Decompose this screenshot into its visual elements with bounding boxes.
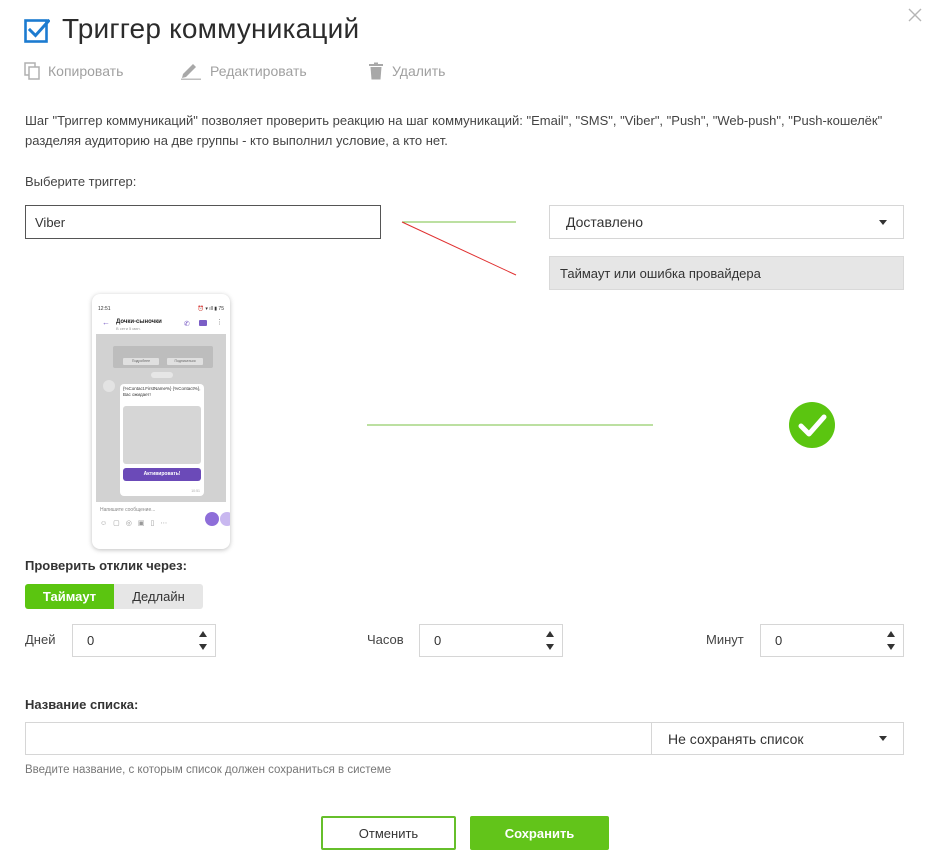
phone-date-pill [151,372,173,378]
spinner-arrows-icon[interactable] [887,631,896,651]
viber-message-preview: 12:51 ⏰ ▾ ıll ▮ 75 ← Дочки-сыночки В сет… [92,294,230,549]
checkbox-checked-icon [24,18,50,43]
list-name-hint: Введите название, с которым список долже… [25,764,392,776]
list-name-label: Название списка: [25,697,139,712]
minutes-value: 0 [775,633,783,648]
cancel-button[interactable]: Отменить [321,816,456,850]
trash-icon [369,62,383,80]
tab-timeout[interactable]: Таймаут [25,584,114,609]
phone-mic-icon [220,512,230,526]
hours-label: Часов [367,632,404,647]
phone-status-icons: ⏰ ▾ ıll ▮ 75 [197,306,224,312]
phone-toolbar-icons: ☺▢◎▣▯⋯ [100,520,174,527]
delete-label: Удалить [392,63,446,79]
hours-stepper[interactable]: 0 [419,624,563,657]
days-value: 0 [87,633,95,648]
pencil-icon [181,64,201,80]
video-call-icon [199,320,207,326]
save-list-select[interactable]: Не сохранять список [651,722,904,755]
phone-chat-header: ← Дочки-сыночки В сети 5 мин. ✆ ⋮ [92,314,230,334]
phone-message-text: {%Contact.FirstName%} {%Contact%}, Вас о… [123,386,201,397]
chevron-down-icon [879,736,887,741]
copy-icon [24,62,40,80]
minutes-label: Минут [706,632,744,647]
fallback-branch-box: Таймаут или ошибка провайдера [549,256,904,290]
success-check-icon [789,402,835,448]
spinner-arrows-icon[interactable] [546,631,555,651]
condition-select[interactable]: Доставлено [549,205,904,239]
phone-chat-body: Подробнее Подписаться {%Contact.FirstNam… [96,334,226,502]
copy-label: Копировать [48,63,124,79]
tab-deadline[interactable]: Дедлайн [114,584,203,609]
trigger-input[interactable] [25,205,381,239]
save-button[interactable]: Сохранить [470,816,609,850]
condition-select-value: Доставлено [566,214,644,230]
check-response-label: Проверить отклик через: [25,558,187,573]
step-description: Шаг "Триггер коммуникаций" позволяет про… [25,113,883,148]
phone-status-time: 12:51 [98,306,111,312]
phone-message-time: 10:51 [191,489,200,493]
phone-chat-name: Дочки-сыночки [116,319,162,325]
days-stepper[interactable]: 0 [72,624,216,657]
phone-message-image [123,406,201,464]
avatar [103,380,115,392]
copy-button[interactable]: Копировать [24,60,123,82]
delete-button[interactable]: Удалить [368,60,445,82]
phone-message-bubble: {%Contact.FirstName%} {%Contact%}, Вас о… [120,384,204,496]
back-arrow-icon: ← [102,318,110,327]
spinner-arrows-icon[interactable] [199,631,208,651]
phone-notice-button-subscribe: Подписаться [167,358,203,365]
edit-label: Редактировать [210,63,307,79]
phone-message-button: Активировать! [123,468,201,481]
fallback-branch-label: Таймаут или ошибка провайдера [560,265,761,281]
days-label: Дней [25,632,56,647]
connector-fail-line [401,221,517,276]
close-icon[interactable] [904,4,926,26]
save-list-select-value: Не сохранять список [668,730,804,747]
list-name-input[interactable] [25,722,652,755]
edit-button[interactable]: Редактировать [180,60,307,82]
minutes-stepper[interactable]: 0 [760,624,904,657]
phone-notice-button-more: Подробнее [123,358,159,365]
trigger-label: Выберите триггер: [25,174,137,189]
phone-input-placeholder: Напишите сообщение... [100,507,156,513]
phone-chat-sub: В сети 5 мин. [116,326,141,331]
phone-send-icon [205,512,219,526]
chevron-down-icon [879,219,887,225]
hours-value: 0 [434,633,442,648]
phone-call-icon: ✆ [184,321,190,328]
phone-notice: Подробнее Подписаться [113,346,213,368]
page-title: Триггер коммуникаций [62,13,360,44]
more-vertical-icon: ⋮ [216,319,223,326]
